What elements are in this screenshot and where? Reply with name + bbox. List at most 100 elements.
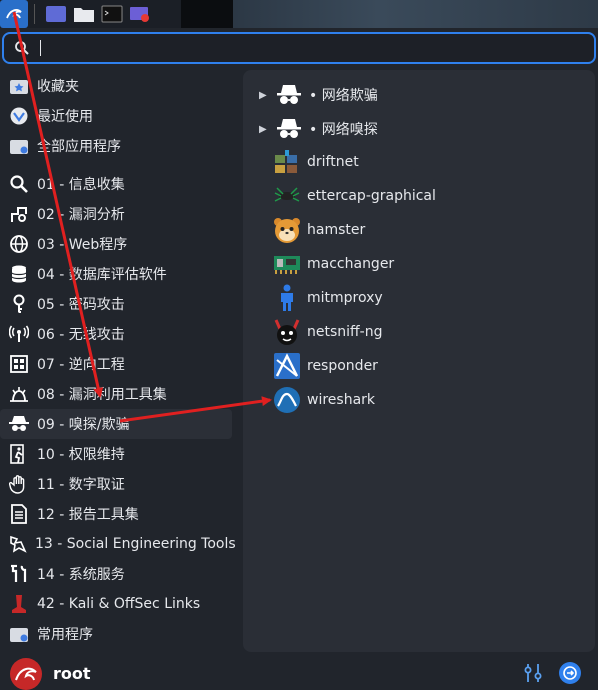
sidebar-item-label: 06 - 无线攻击: [37, 327, 125, 343]
all-apps-icon: [8, 135, 30, 157]
screen-recorder-button[interactable]: [127, 1, 153, 27]
kali-menu-button[interactable]: [0, 0, 28, 28]
panel-category-network-sniffing[interactable]: ▶ • 网络嗅探: [243, 113, 595, 145]
database-icon: [8, 263, 30, 285]
panel-item-label: hamster: [307, 222, 366, 238]
sidebar-item-social-engineering[interactable]: 13 - Social Engineering Tools: [0, 529, 236, 559]
desktop-background: [233, 0, 598, 28]
sidebar-item-sniffing-spoofing[interactable]: 09 - 嗅探/欺骗: [0, 409, 232, 439]
social-eng-icon: [8, 533, 28, 555]
logout-icon: [563, 666, 577, 680]
search-icon: [15, 41, 29, 55]
chip-icon: [8, 353, 30, 375]
kali-links-icon: [8, 593, 30, 615]
taskbar-separator: [34, 4, 35, 24]
panel-app-mitmproxy[interactable]: mitmproxy: [243, 282, 595, 314]
kali-dragon-icon: [6, 9, 22, 19]
sidebar-item-exploitation[interactable]: 08 - 漏洞利用工具集: [0, 379, 232, 409]
panel-item-label: netsniff-ng: [307, 324, 383, 340]
expand-arrow-icon[interactable]: ▶: [259, 124, 271, 135]
kali-dragon-icon: [15, 667, 37, 681]
panel-category-network-spoofing[interactable]: ▶ • 网络欺骗: [243, 79, 595, 111]
hamster-icon: [273, 216, 301, 244]
expand-arrow-icon[interactable]: ▶: [259, 90, 271, 101]
sidebar-item-label: 02 - 漏洞分析: [37, 207, 125, 223]
macchanger-icon: [273, 250, 301, 278]
globe-icon: [8, 233, 30, 255]
files-button[interactable]: [71, 1, 97, 27]
vuln-analysis-icon: [8, 203, 30, 225]
panel-app-ettercap[interactable]: ettercap-graphical: [243, 180, 595, 212]
workspace-icon: [46, 6, 66, 22]
escape-icon: [8, 443, 30, 465]
sidebar-item-label: 13 - Social Engineering Tools: [35, 536, 236, 552]
avatar: [10, 658, 42, 690]
username: root: [53, 664, 91, 683]
sidebar-item-vuln-analysis[interactable]: 02 - 漏洞分析: [0, 199, 232, 229]
panel-app-hamster[interactable]: hamster: [243, 214, 595, 246]
star-folder-icon: [8, 75, 30, 97]
sidebar-item-database[interactable]: 04 - 数据库评估软件: [0, 259, 232, 289]
terminal-button[interactable]: [99, 1, 125, 27]
wireshark-icon: [273, 386, 301, 414]
terminal-icon: [101, 5, 123, 23]
panel-app-macchanger[interactable]: macchanger: [243, 248, 595, 280]
sidebar-item-favorites[interactable]: 收藏夹: [0, 71, 232, 101]
spy-icon: [275, 115, 303, 143]
panel-app-driftnet[interactable]: driftnet: [243, 146, 595, 178]
logout-button[interactable]: [559, 662, 581, 684]
sidebar-item-label: 12 - 报告工具集: [37, 507, 139, 523]
sidebar-item-kali-offsec-links[interactable]: 42 - Kali & OffSec Links: [0, 589, 232, 619]
panel-app-wireshark[interactable]: wireshark: [243, 384, 595, 416]
sidebar-item-password-attacks[interactable]: 05 - 密码攻击: [0, 289, 232, 319]
folder-icon: [74, 8, 94, 22]
sidebar-item-label: 10 - 权限维持: [37, 447, 125, 463]
sidebar-item-reporting[interactable]: 12 - 报告工具集: [0, 499, 232, 529]
panel-app-responder[interactable]: responder: [243, 350, 595, 382]
panel-item-label: wireshark: [307, 392, 376, 408]
sidebar-item-forensics[interactable]: 11 - 数字取证: [0, 469, 232, 499]
panel-app-netsniff-ng[interactable]: netsniff-ng: [243, 316, 595, 348]
sidebar-item-recent[interactable]: 最近使用: [0, 101, 232, 131]
sidebar-item-label: 11 - 数字取证: [37, 477, 125, 493]
app-panel: ▶ • 网络欺骗 ▶ • 网络嗅探 driftnet ettercap-grap…: [243, 70, 595, 652]
panel-item-label: mitmproxy: [307, 290, 383, 306]
sidebar-item-label: 14 - 系统服务: [37, 567, 125, 583]
sidebar-item-label: 常用程序: [37, 627, 93, 643]
panel-item-label: • 网络嗅探: [309, 122, 378, 138]
sidebar-item-label: 07 - 逆向工程: [37, 357, 125, 373]
panel-item-label: ettercap-graphical: [307, 188, 436, 204]
taskbar-window[interactable]: [181, 0, 233, 28]
sidebar-item-all-apps[interactable]: 全部应用程序: [0, 131, 232, 161]
settings-button[interactable]: [522, 662, 544, 684]
key-icon: [8, 293, 30, 315]
user-bar: root: [0, 654, 598, 690]
search-bar[interactable]: [2, 32, 596, 64]
sidebar-item-label: 收藏夹: [37, 79, 79, 95]
netsniff-icon: [273, 318, 301, 346]
panel-item-label: • 网络欺骗: [309, 88, 378, 104]
panel-item-label: driftnet: [307, 154, 359, 170]
screen-recorder-icon: [130, 7, 149, 22]
ettercap-icon: [273, 182, 301, 210]
panel-item-label: macchanger: [307, 256, 395, 272]
sidebar-item-info-gathering[interactable]: 01 - 信息收集: [0, 169, 232, 199]
sidebar-item-label: 03 - Web程序: [37, 237, 128, 253]
sidebar-item-label: 42 - Kali & OffSec Links: [37, 596, 201, 612]
sidebar-item-reverse-engineering[interactable]: 07 - 逆向工程: [0, 349, 232, 379]
sidebar-item-common-apps[interactable]: 常用程序: [0, 619, 232, 649]
magnifier-icon: [8, 173, 30, 195]
sidebar-item-web-apps[interactable]: 03 - Web程序: [0, 229, 232, 259]
search-input[interactable]: [40, 40, 41, 56]
recent-icon: [8, 105, 30, 127]
driftnet-icon: [273, 148, 301, 176]
workspace-button[interactable]: [43, 1, 69, 27]
sidebar-item-post-exploitation[interactable]: 10 - 权限维持: [0, 439, 232, 469]
sidebar-item-label: 01 - 信息收集: [37, 177, 125, 193]
sidebar-item-label: 09 - 嗅探/欺骗: [37, 417, 130, 433]
wireless-icon: [8, 323, 30, 345]
sidebar-item-wireless[interactable]: 06 - 无线攻击: [0, 319, 232, 349]
sidebar-item-system-services[interactable]: 14 - 系统服务: [0, 559, 232, 589]
sidebar-item-label: 08 - 漏洞利用工具集: [37, 387, 167, 403]
report-icon: [8, 503, 30, 525]
